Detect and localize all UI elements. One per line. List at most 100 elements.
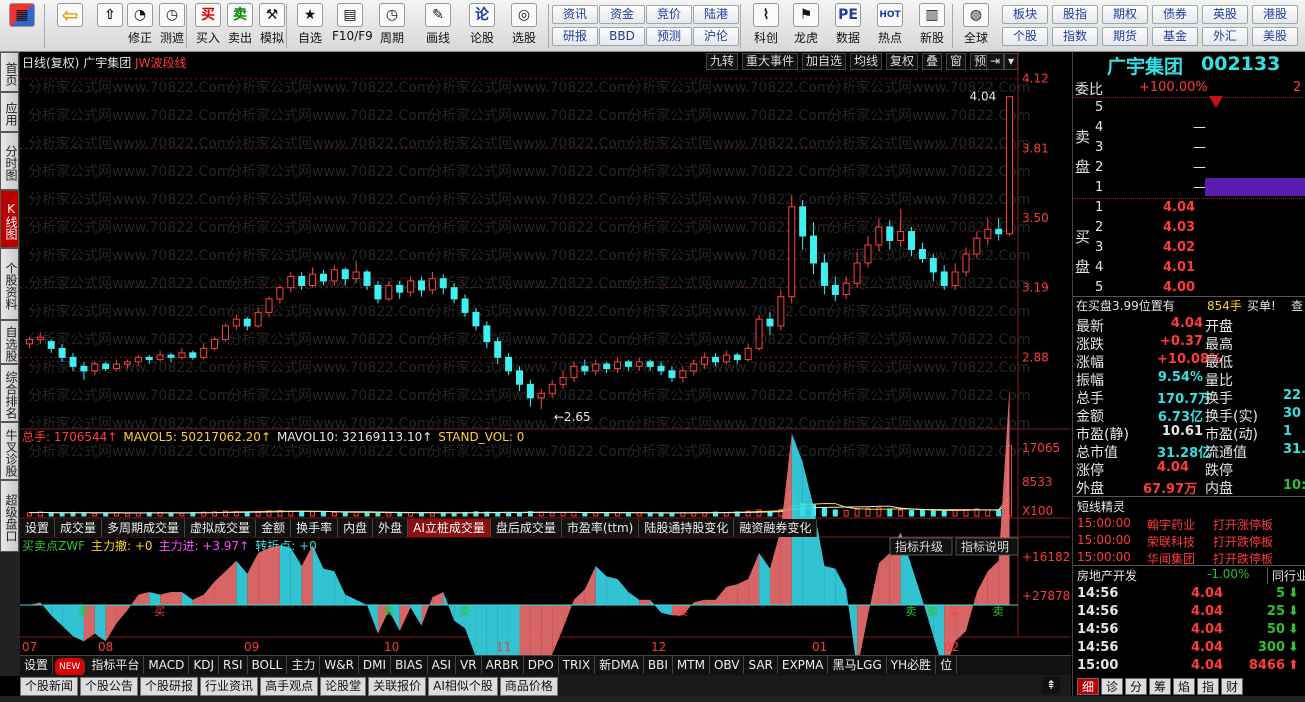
- volume-subtab[interactable]: AI立桩成交量: [408, 519, 491, 537]
- volume-subtab[interactable]: 换手率: [291, 519, 339, 537]
- leftnav-item[interactable]: K线图: [0, 190, 19, 248]
- detail-tab[interactable]: 诊: [1101, 678, 1123, 695]
- quick-button[interactable]: 陆港: [693, 5, 739, 24]
- indicator-tab[interactable]: 设置: [20, 656, 54, 674]
- short-stock[interactable]: 荣联科技: [1147, 533, 1195, 550]
- f10-button[interactable]: ▤ F10/F9: [332, 3, 373, 49]
- detail-tab[interactable]: 焰: [1173, 678, 1195, 695]
- indicator-tab[interactable]: BOLL: [248, 656, 288, 674]
- market-button[interactable]: 港股: [1252, 5, 1298, 24]
- indicator-tab[interactable]: MACD: [144, 656, 190, 674]
- quick-button[interactable]: 沪伦: [693, 27, 739, 46]
- indicator-tab[interactable]: OBV: [710, 656, 745, 674]
- hammer-button[interactable]: ⚒ 模拟: [254, 3, 290, 49]
- indicator-tab[interactable]: 指标平台: [87, 656, 145, 674]
- kline-chart[interactable]: 4.123.813.503.192.88分析家公式网www.70822.Com分…: [20, 52, 1071, 658]
- indicator-tab[interactable]: ARBR: [482, 656, 524, 674]
- sell-button[interactable]: 卖卖出: [222, 3, 258, 49]
- leftnav-item[interactable]: 自选股: [0, 320, 19, 364]
- detail-tab[interactable]: 分: [1125, 678, 1147, 695]
- market-button[interactable]: 股指: [1052, 5, 1098, 24]
- dragon-button[interactable]: ⚑ 龙虎: [788, 3, 824, 49]
- indicator-tab[interactable]: ASI: [428, 656, 457, 674]
- info-link[interactable]: 关联报价: [368, 677, 427, 696]
- info-link[interactable]: 行业资讯: [200, 677, 259, 696]
- chart-area[interactable]: 日线(复权) 广宇集团 JW波段线 九转重大事件加自选均线复权叠窗预测⇥▾ 4.…: [20, 52, 1071, 658]
- indicator-button[interactable]: 指标升级: [889, 537, 953, 556]
- queue-more-link[interactable]: 查: [1291, 297, 1303, 314]
- star-button[interactable]: ★ 自选: [292, 3, 328, 49]
- info-link[interactable]: 个股研报: [140, 677, 199, 696]
- quick-button[interactable]: 预测: [646, 27, 692, 46]
- chart-button[interactable]: ⌇ 科创: [748, 3, 784, 49]
- globe-button[interactable]: ◍ 全球: [958, 3, 994, 49]
- market-button[interactable]: 外汇: [1202, 27, 1248, 46]
- volume-subtab[interactable]: 陆股通持股变化: [639, 519, 735, 537]
- market-button[interactable]: 个股: [1002, 27, 1048, 46]
- market-button[interactable]: 期权: [1102, 5, 1148, 24]
- period-button[interactable]: ◷ 周期: [374, 3, 410, 49]
- volume-subtab[interactable]: 多周期成交量: [102, 519, 186, 537]
- stock-talk-button[interactable]: 论论股: [464, 3, 500, 49]
- indicator-tab[interactable]: DMI: [359, 656, 392, 674]
- volume-subtab[interactable]: 融资融券变化: [734, 519, 818, 537]
- leftnav-item[interactable]: 综合排名: [0, 364, 19, 422]
- detail-tab[interactable]: 筹: [1149, 678, 1171, 695]
- volume-subtab[interactable]: 市盈率(ttm): [561, 519, 640, 537]
- detail-tab[interactable]: 财: [1221, 678, 1243, 695]
- indicator-tab[interactable]: W&R: [320, 656, 359, 674]
- modify-button[interactable]: ◔ 修正: [122, 3, 158, 49]
- test-button[interactable]: ◷ 测遮: [154, 3, 190, 49]
- volume-subtab[interactable]: 虚拟成交量: [185, 519, 257, 537]
- volume-subtab[interactable]: 成交量: [55, 519, 103, 537]
- new-badge[interactable]: NEW: [55, 658, 86, 676]
- short-stock[interactable]: 翰宇药业: [1147, 516, 1195, 533]
- info-link[interactable]: 商品价格: [499, 677, 558, 696]
- windows-button[interactable]: ▦: [4, 3, 40, 49]
- volume-subtab[interactable]: 内盘: [338, 519, 374, 537]
- indicator-tab[interactable]: 主力: [287, 656, 321, 674]
- market-button[interactable]: 美股: [1252, 27, 1298, 46]
- indicator-tab[interactable]: 新DMA: [595, 656, 644, 674]
- select-button[interactable]: ◎ 选股: [506, 3, 542, 49]
- indicator-tab[interactable]: YH必胜: [887, 656, 937, 674]
- info-link[interactable]: 论股堂: [320, 677, 367, 696]
- market-button[interactable]: 指数: [1052, 27, 1098, 46]
- indicator-tab[interactable]: 黑马LGG: [828, 656, 887, 674]
- new-stock-button[interactable]: ▥ 新股: [914, 3, 950, 49]
- indicator-tab[interactable]: MTM: [673, 656, 710, 674]
- volume-subtab[interactable]: 设置: [20, 519, 56, 537]
- leftnav-item[interactable]: 首页: [0, 52, 19, 92]
- quick-button[interactable]: 研报: [552, 27, 598, 46]
- info-link[interactable]: AI相似个股: [428, 677, 498, 696]
- indicator-tab[interactable]: TRIX: [559, 656, 596, 674]
- collapse-icon[interactable]: ⇞: [1042, 677, 1061, 694]
- indicator-tab[interactable]: DPO: [524, 656, 559, 674]
- leftnav-item[interactable]: 分时图: [0, 132, 19, 190]
- sector-name[interactable]: 房地产开发: [1077, 567, 1137, 584]
- pe-button[interactable]: PE 数据: [830, 3, 866, 49]
- info-link[interactable]: 个股新闻: [20, 677, 79, 696]
- quick-button[interactable]: 竞价: [646, 5, 692, 24]
- quick-button[interactable]: 资金: [599, 5, 645, 24]
- same-industry-button[interactable]: 同行业: [1267, 567, 1305, 584]
- volume-subtab[interactable]: 盘后成交量: [490, 519, 562, 537]
- market-button[interactable]: 英股: [1202, 5, 1248, 24]
- indicator-tab[interactable]: VR: [456, 656, 482, 674]
- hot-button[interactable]: HOT 热点: [872, 3, 908, 49]
- market-button[interactable]: 基金: [1152, 27, 1198, 46]
- indicator-tab[interactable]: EXPMA: [778, 656, 829, 674]
- volume-subtab[interactable]: 金额: [256, 519, 292, 537]
- market-button[interactable]: 债券: [1152, 5, 1198, 24]
- detail-tab[interactable]: 指: [1197, 678, 1219, 695]
- indicator-tab[interactable]: BIAS: [391, 656, 428, 674]
- volume-subtab[interactable]: 外盘: [373, 519, 409, 537]
- info-link[interactable]: 个股公告: [80, 677, 139, 696]
- quick-button[interactable]: BBD: [599, 27, 645, 46]
- detail-tab[interactable]: 细: [1077, 678, 1099, 695]
- indicator-tab[interactable]: 位: [936, 656, 958, 674]
- indicator-tab[interactable]: RSI: [219, 656, 248, 674]
- pen-button[interactable]: ✎ 画线: [420, 3, 456, 49]
- quick-button[interactable]: 资讯: [552, 5, 598, 24]
- indicator-button[interactable]: 指标说明: [955, 537, 1019, 556]
